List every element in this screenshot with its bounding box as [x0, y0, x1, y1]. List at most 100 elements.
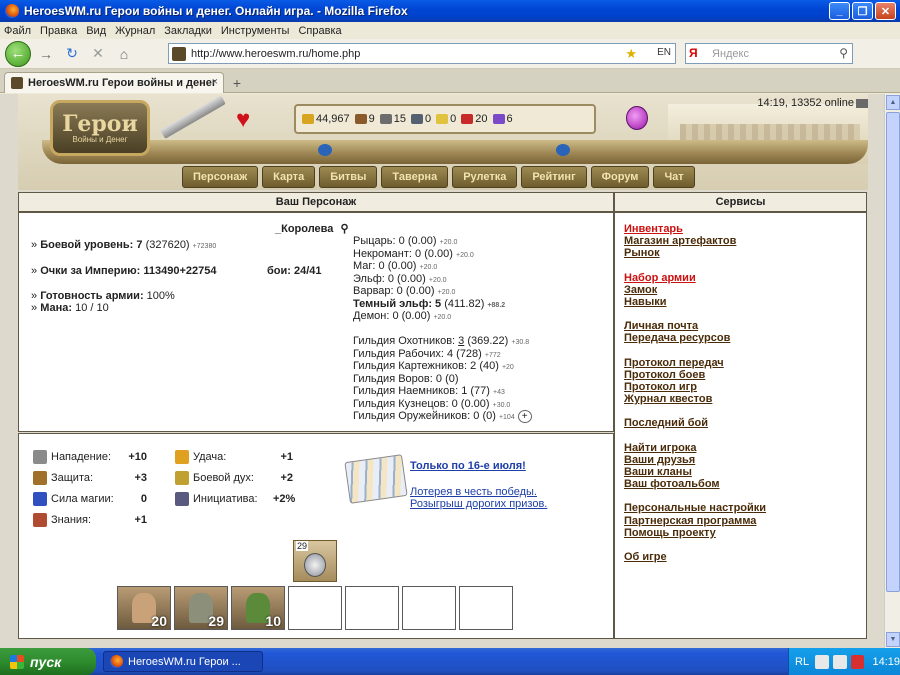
mana-label: Мана: [40, 302, 73, 314]
stop-button[interactable]: ✕ [87, 43, 109, 65]
security-icon[interactable] [850, 654, 865, 669]
medal-count: 29 [296, 541, 309, 551]
guild-level[interactable]: 3 [458, 335, 464, 347]
network-icon[interactable] [815, 654, 829, 669]
keyboard-layout[interactable]: RL [795, 656, 809, 668]
menu-battles[interactable]: Битвы [319, 166, 378, 188]
faction-name: Некромант: [353, 247, 412, 260]
stat-value: +2% [273, 493, 296, 505]
menu-tools[interactable]: Инструменты [221, 25, 290, 37]
service-link[interactable]: Протокол игр [624, 381, 866, 393]
scroll-thumb[interactable] [886, 112, 900, 592]
services-group: Протокол передач Протокол боев Протокол иг… [624, 357, 866, 406]
menu-forum[interactable]: Форум [590, 166, 650, 188]
service-link[interactable]: Партнерская программа [624, 515, 866, 527]
army-ready-value: 100% [146, 290, 175, 302]
scroll-down-icon[interactable]: ▼ [886, 632, 900, 647]
promo-title-link[interactable]: Только по 16-е июля! [410, 460, 526, 472]
service-link[interactable]: Протокол боев [624, 369, 866, 381]
service-link[interactable]: Помощь проекту [624, 527, 866, 539]
maximize-button[interactable]: ❐ [852, 2, 873, 20]
health-heart-icon[interactable]: ♥ [236, 106, 250, 134]
service-link[interactable]: Последний бой [624, 417, 866, 429]
service-link[interactable]: Магазин артефактов [624, 235, 866, 247]
menu-history[interactable]: Журнал [115, 25, 155, 37]
menu-chat[interactable]: Чат [653, 166, 695, 188]
stat-row: Боевой дух: +2 [175, 471, 293, 485]
faction-row: Некромант: 0 (0.00) +20.0 [353, 248, 474, 260]
expand-plus-button[interactable]: + [517, 410, 532, 423]
army-creature-slot[interactable]: 10 [231, 586, 285, 630]
service-link[interactable]: Журнал квестов [624, 393, 866, 405]
menu-rating[interactable]: Рейтинг [521, 166, 587, 188]
search-input[interactable]: Я Яндекс ⚲ [685, 43, 853, 64]
home-button[interactable]: ⌂ [113, 43, 135, 65]
taskbar-firefox-window[interactable]: HeroesWM.ru Герои ... [103, 651, 263, 672]
page-scrollbar[interactable]: ▲ ▼ [884, 94, 900, 648]
army-creature-slot[interactable]: 29 [174, 586, 228, 630]
game-logo[interactable]: Герои Войны и Денег [50, 100, 150, 156]
menu-file[interactable]: Файл [4, 25, 31, 37]
character-name[interactable]: _Королева ⚲ [275, 222, 349, 235]
forward-button[interactable]: → [35, 43, 57, 65]
service-link[interactable]: Ваши друзья [624, 454, 866, 466]
menu-bookmarks[interactable]: Закладки [164, 25, 212, 37]
guild-bonus: +30.8 [511, 339, 530, 346]
menu-roulette[interactable]: Рулетка [452, 166, 518, 188]
medal-disc [304, 553, 326, 577]
promo-line1-link[interactable]: Лотерея в честь победы. [410, 486, 537, 498]
clock[interactable]: 14:19 [872, 656, 900, 668]
menu-character[interactable]: Персонаж [182, 166, 259, 188]
minimize-button[interactable]: _ [829, 2, 850, 20]
service-link[interactable]: Персональные настройки [624, 502, 866, 514]
service-link[interactable]: Об игре [624, 551, 866, 563]
service-link[interactable]: Инвентарь [624, 223, 866, 235]
faction-name: Варвар: [353, 285, 394, 297]
empty-army-slot [345, 586, 399, 630]
service-link[interactable]: Ваш фотоальбом [624, 478, 866, 490]
online-players-icon[interactable] [856, 99, 868, 108]
url-bar[interactable]: http://www.heroeswm.ru/home.php ★ EN [168, 43, 676, 64]
tab-close-icon[interactable]: × [212, 76, 218, 88]
back-button[interactable]: ← [5, 40, 31, 67]
faction-level: 0 [387, 272, 394, 285]
menu-map[interactable]: Карта [262, 166, 316, 188]
reload-button[interactable]: ↻ [61, 43, 83, 65]
service-link[interactable]: Набор армии [624, 272, 866, 284]
tab-favicon-icon [11, 77, 23, 89]
menu-view[interactable]: Вид [86, 25, 106, 37]
game-header-banner: Герои Войны и Денег ♥ 44,967 9 15 0 0 20 6 14:… [18, 94, 868, 190]
services-group: Последний бой [624, 417, 866, 429]
army-creature-slot[interactable]: 20 [117, 586, 171, 630]
service-link[interactable]: Рынок [624, 247, 866, 259]
faction-level: 0 [378, 260, 385, 272]
window-title: HeroesWM.ru Герои войны и денег. Онлайн … [24, 4, 408, 18]
close-button[interactable]: ✕ [875, 2, 896, 20]
bookmark-star-icon[interactable]: ★ [625, 46, 637, 62]
service-link[interactable]: Навыки [624, 296, 866, 308]
service-link[interactable]: Протокол передач [624, 357, 866, 369]
search-icon[interactable]: ⚲ [839, 46, 848, 60]
service-link[interactable]: Найти игрока [624, 442, 866, 454]
search-placeholder: Яндекс [712, 47, 749, 60]
menu-tavern[interactable]: Таверна [381, 166, 449, 188]
service-link[interactable]: Передача ресурсов [624, 332, 866, 344]
menu-help[interactable]: Справка [298, 25, 341, 37]
service-link[interactable]: Ваши кланы [624, 466, 866, 478]
service-link[interactable]: Личная почта [624, 320, 866, 332]
stat-value: +1 [280, 451, 293, 463]
medal-icon[interactable]: 29 [293, 540, 337, 582]
system-tray: RL 14:19 [788, 648, 900, 675]
guild-skill: (0) [445, 372, 459, 385]
new-tab-button[interactable]: + [228, 74, 246, 91]
scroll-up-icon[interactable]: ▲ [886, 95, 900, 110]
lottery-tickets-icon[interactable] [344, 454, 408, 504]
wood-icon [354, 114, 367, 124]
volume-icon[interactable] [832, 654, 847, 669]
start-button[interactable]: пуск [0, 648, 96, 675]
menu-edit[interactable]: Правка [40, 25, 77, 37]
service-link[interactable]: Замок [624, 284, 866, 296]
mana-potion-icon[interactable] [626, 106, 648, 130]
tab-heroeswm[interactable]: HeroesWM.ru Герои войны и денег × [4, 72, 224, 93]
promo-line2-link[interactable]: Розыгрыш дорогих призов. [410, 498, 547, 510]
